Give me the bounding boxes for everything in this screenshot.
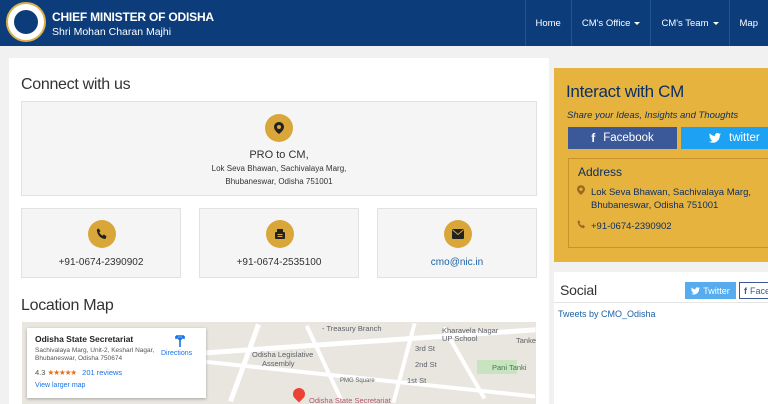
map-label: Tanke	[516, 336, 536, 345]
tweets-link[interactable]: Tweets by CMO_Odisha	[558, 309, 656, 319]
social-facebook-tab[interactable]: f Face	[739, 282, 768, 299]
directions-link[interactable]: Directions	[161, 350, 192, 357]
site-title[interactable]: CHIEF MINISTER OF ODISHA	[52, 10, 214, 24]
map-label: Assembly	[262, 359, 295, 368]
phone-icon	[88, 220, 116, 248]
map-marker-icon	[265, 114, 293, 142]
interact-subtitle: Share your Ideas, Insights and Thoughts	[567, 110, 739, 121]
phone-value[interactable]: +91-0674-2390902	[22, 257, 180, 268]
social-twitter-label: Twitter	[703, 285, 730, 296]
address-box: Address Lok Seva Bhawan, Sachivalaya Mar…	[568, 158, 768, 248]
address-heading: Address	[578, 165, 623, 179]
map-label: 1st St	[407, 376, 427, 385]
divider	[554, 302, 768, 303]
pro-card: PRO to CM, Lok Seva Bhawan, Sachivalaya …	[21, 101, 537, 196]
pro-address-line2: Bhubaneswar, Odisha 751001	[225, 177, 333, 186]
facebook-button[interactable]: f Facebook	[568, 127, 677, 149]
caret-down-icon	[634, 21, 641, 25]
map-label: Odisha Legislative	[252, 350, 314, 359]
map-label: - Treasury Branch	[322, 324, 382, 333]
fax-icon	[266, 220, 294, 248]
map-label: PMG Square	[340, 378, 375, 384]
phone-card: +91-0674-2390902	[21, 208, 181, 278]
social-twitter-tab[interactable]: Twitter	[685, 282, 736, 299]
email-link[interactable]: cmo@nic.in	[378, 257, 536, 268]
twitter-button[interactable]: twitter	[681, 127, 768, 149]
map-label: Pani Tanki	[492, 363, 527, 372]
fax-value[interactable]: +91-0674-2535100	[200, 257, 358, 268]
pro-title: PRO to CM,	[249, 149, 309, 161]
social-panel: Social Twitter f Face Tweets by CMO_Odis…	[554, 272, 768, 404]
phone-icon	[577, 220, 587, 234]
nav-home-label: Home	[535, 17, 561, 29]
nav-cms-team[interactable]: CM's Team	[650, 0, 728, 46]
map-label: Odisha State Secretariat	[309, 396, 391, 404]
map-label: 2nd St	[415, 360, 437, 369]
map-label: UP School	[442, 334, 478, 343]
caret-down-icon	[712, 21, 719, 25]
address-line1: Lok Seva Bhawan, Sachivalaya Marg,	[591, 187, 752, 198]
envelope-icon	[444, 220, 472, 248]
facebook-icon: f	[744, 285, 747, 296]
site-header: CHIEF MINISTER OF ODISHA Shri Mohan Char…	[0, 0, 768, 46]
nav-cms-office-label: CM's Office	[581, 17, 631, 29]
facebook-icon: f	[591, 131, 596, 145]
social-title: Social	[560, 282, 597, 298]
twitter-bird-icon	[709, 133, 721, 143]
interact-panel: Interact with CM Share your Ideas, Insig…	[554, 68, 768, 262]
map-label: 3rd St	[415, 344, 436, 353]
map-pin-icon[interactable]	[290, 385, 308, 403]
twitter-bird-icon	[691, 286, 701, 295]
place-rating: 4.3 ★★★★★ 201 reviews	[35, 368, 122, 377]
view-larger-map-link[interactable]: View larger map	[35, 382, 85, 389]
rating-value: 4.3	[35, 368, 46, 377]
nav-cms-team-label: CM's Team	[661, 17, 709, 29]
twitter-button-label: twitter	[729, 132, 760, 144]
place-address: Sachivalaya Marg, Unit-2, Kesharl Nagar,…	[35, 347, 155, 362]
email-card: cmo@nic.in	[377, 208, 537, 278]
main-content: Connect with us PRO to CM, Lok Seva Bhaw…	[9, 58, 549, 404]
odisha-emblem-logo[interactable]	[6, 2, 46, 42]
google-map[interactable]: - Treasury Branch Kharavela Nagar UP Sch…	[22, 322, 536, 404]
reviews-link[interactable]: 201 reviews	[82, 368, 122, 377]
map-marker-icon	[577, 185, 587, 200]
nav-cms-office[interactable]: CM's Office	[570, 0, 651, 46]
site-subtitle: Shri Mohan Charan Majhi	[52, 26, 172, 38]
social-facebook-label: Face	[750, 285, 768, 296]
address-phone[interactable]: +91-0674-2390902	[591, 221, 672, 232]
main-nav: Home CM's Office CM's Team Map	[524, 0, 768, 46]
facebook-button-label: Facebook	[603, 132, 654, 144]
address-row: Lok Seva Bhawan, Sachivalaya Marg,	[577, 185, 751, 200]
address-line2: Bhubaneswar, Odisha 751001	[591, 200, 719, 211]
nav-home[interactable]: Home	[524, 0, 571, 46]
directions-icon[interactable]	[173, 334, 187, 348]
nav-map[interactable]: Map	[728, 0, 768, 46]
location-heading: Location Map	[21, 297, 114, 314]
fax-card: +91-0674-2535100	[199, 208, 359, 278]
interact-title: Interact with CM	[566, 82, 685, 101]
rating-stars: ★★★★★	[47, 368, 78, 377]
place-title: Odisha State Secretariat	[35, 334, 134, 344]
pro-address-line1: Lok Seva Bhawan, Sachivalaya Marg,	[211, 164, 347, 173]
map-road	[304, 324, 344, 402]
map-road	[391, 322, 417, 404]
connect-heading: Connect with us	[21, 76, 131, 93]
nav-map-label: Map	[739, 17, 758, 29]
map-place-card: Odisha State Secretariat Sachivalaya Mar…	[27, 328, 206, 398]
address-phone-row: +91-0674-2390902	[577, 220, 672, 234]
